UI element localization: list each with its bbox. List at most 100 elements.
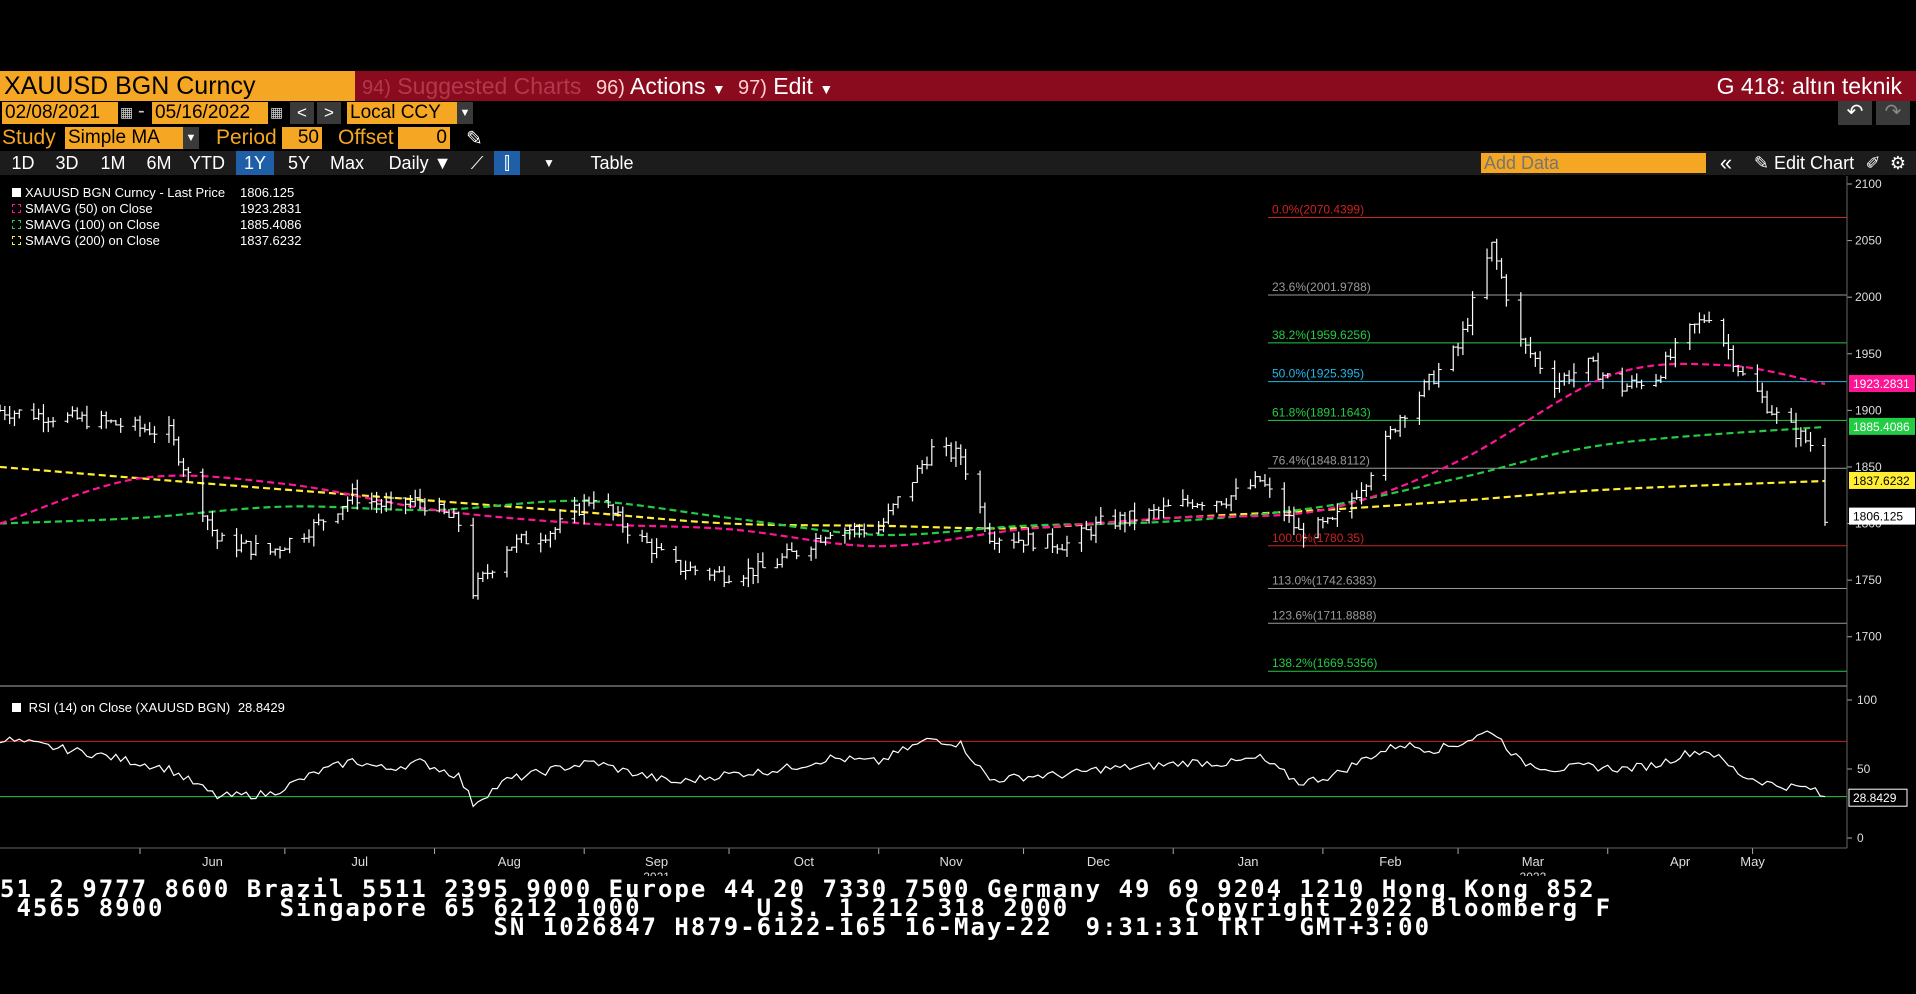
fib-label: 113.0%(1742.6383) (1272, 573, 1377, 587)
range-5y-button[interactable]: 5Y (280, 151, 318, 175)
range-ytd-button[interactable]: YTD (184, 151, 230, 175)
add-data-input[interactable] (1481, 153, 1706, 173)
range-1y-button[interactable]: 1Y (236, 151, 274, 175)
edit-label: Edit (773, 73, 813, 99)
chevron-down-icon: ▼ (711, 81, 726, 97)
actions-button[interactable]: 96) Actions ▼ (596, 71, 726, 101)
legend-item: XAUUSD BGN Curncy - Last Price 1806.125 (12, 185, 294, 201)
line-chart-icon[interactable]: ⟋ (464, 151, 490, 175)
x-tick-label: Jun (202, 854, 223, 869)
y-tick-label: 2000 (1855, 290, 1882, 304)
range-1d-button[interactable]: 1D (4, 151, 42, 175)
rsi-value-label: 28.8429 (1853, 791, 1897, 805)
x-tick-label: Oct (794, 854, 815, 869)
rsi-line (0, 730, 1826, 808)
rsi-panel: 0 50 100 28.8429 (0, 693, 1908, 845)
chevron-down-icon: ▼ (433, 153, 452, 173)
range-max-button[interactable]: Max (324, 151, 370, 175)
y-tick-label: 1950 (1855, 347, 1882, 361)
price-label: 1837.6232 (1853, 474, 1910, 488)
rsi-legend-name: RSI (14) on Close (XAUUSD BGN) (28, 700, 231, 715)
x-tick-label: Aug (498, 854, 521, 869)
edit-button[interactable]: 97) Edit ▼ (738, 71, 833, 101)
date-separator: - (138, 100, 145, 122)
rsi-tick-label: 100 (1857, 693, 1877, 707)
calendar-icon[interactable]: ▦ (270, 104, 283, 121)
x-tick-label: Sep (645, 854, 668, 869)
legend-value: 1885.4086 (240, 217, 302, 232)
frequency-select[interactable]: Daily ▼ (380, 151, 460, 175)
collapse-icon[interactable]: « (1714, 151, 1738, 175)
price-label: 1885.4086 (1853, 420, 1910, 434)
fib-label: 50.0%(1925.395) (1272, 367, 1364, 381)
annotate-icon[interactable]: ✐ (1862, 151, 1884, 175)
range-3d-button[interactable]: 3D (48, 151, 86, 175)
price-label: 1806.125 (1853, 510, 1903, 524)
undo-icon[interactable]: ↶ (1838, 101, 1872, 125)
chevron-down-icon[interactable]: ▼ (536, 151, 562, 175)
legend-swatch (12, 236, 21, 245)
fib-label: 0.0%(2070.4399) (1272, 202, 1364, 216)
offset-field[interactable]: 0 (398, 127, 450, 149)
fib-label: 23.6%(2001.9788) (1272, 280, 1371, 294)
x-tick-label: Nov (940, 854, 964, 869)
legend-value: 1837.6232 (240, 233, 302, 248)
x-tick-label: Apr (1670, 854, 1691, 869)
bar-chart-icon[interactable]: ⫿ (494, 151, 520, 175)
chevron-down-icon[interactable]: ▼ (183, 127, 199, 149)
legend-name: SMAVG (50) on Close (25, 201, 153, 216)
chevron-down-icon: ▼ (819, 81, 834, 97)
study-select[interactable]: Simple MA (65, 127, 183, 149)
rsi-legend-value: 28.8429 (237, 700, 285, 715)
next-period-button[interactable]: > (317, 102, 341, 124)
legend-item: SMAVG (200) on Close 1837.6232 (12, 233, 301, 249)
period-field[interactable]: 50 (282, 127, 322, 149)
study-label: Study (2, 126, 56, 149)
y-tick-label: 2050 (1855, 234, 1882, 248)
x-tick-label: Jan (1238, 854, 1259, 869)
sma50-line (0, 362, 1826, 548)
frequency-label: Daily (388, 153, 429, 173)
rsi-tick-label: 0 (1857, 831, 1864, 845)
x-tick-label: May (1740, 854, 1765, 869)
rsi-legend: RSI (14) on Close (XAUUSD BGN) 28.8429 (12, 700, 285, 716)
start-date-field[interactable]: 02/08/2021 (2, 102, 118, 124)
currency-select[interactable]: Local CCY (347, 102, 457, 124)
range-1m-button[interactable]: 1M (92, 151, 134, 175)
redo-icon[interactable]: ↷ (1876, 101, 1910, 125)
price-chart[interactable]: 0.0%(2070.4399) 23.6%(2001.9788) 38.2%(195… (0, 176, 1916, 876)
x-tick-label: Dec (1087, 854, 1111, 869)
fib-label: 76.4%(1848.8112) (1272, 453, 1370, 467)
x-tick-label: Jul (351, 854, 368, 869)
legend-swatch (12, 204, 21, 213)
legend-swatch (12, 188, 21, 197)
actions-num: 96) (596, 77, 625, 99)
prev-period-button[interactable]: < (290, 102, 314, 124)
end-date-field[interactable]: 05/16/2022 (152, 102, 268, 124)
x-tick-label: Mar (1522, 854, 1545, 869)
actions-label: Actions (630, 73, 706, 99)
calendar-icon[interactable]: ▦ (120, 104, 133, 121)
pencil-icon[interactable]: ✎ (466, 126, 483, 151)
y-tick-label: 1700 (1855, 630, 1882, 644)
suggested-charts-label: Suggested Charts (397, 73, 582, 99)
y-tick-label: 1750 (1855, 573, 1882, 587)
table-button[interactable]: Table (574, 151, 650, 175)
sma100-line (0, 425, 1826, 537)
ticker-field[interactable]: XAUUSD BGN Curncy (0, 71, 355, 101)
fib-label: 38.2%(1959.6256) (1272, 328, 1371, 342)
suggested-charts-button[interactable]: 94) Suggested Charts (362, 71, 581, 101)
legend-name: SMAVG (200) on Close (25, 233, 160, 248)
edit-chart-button[interactable]: ✎ Edit Chart (1744, 151, 1864, 175)
gear-icon[interactable]: ⚙ (1886, 151, 1910, 175)
chevron-down-icon[interactable]: ▼ (457, 102, 473, 124)
footer-ticker: 51 2 9777 8600 Brazil 5511 2395 9000 Eur… (0, 877, 1916, 944)
fib-label: 123.6%(1711.8888) (1272, 608, 1377, 622)
rsi-tick-label: 50 (1857, 762, 1871, 776)
legend-item: SMAVG (100) on Close 1885.4086 (12, 217, 301, 233)
x-tick-label: Feb (1379, 854, 1401, 869)
range-6m-button[interactable]: 6M (138, 151, 180, 175)
suggested-charts-num: 94) (362, 77, 391, 99)
time-axis: JunJulAugSepOctNovDecJanFebMarAprMay2021… (139, 848, 1765, 876)
footer-line-3: SN 1026847 H879-6122-165 16-May-22 9:31:… (0, 913, 1432, 941)
